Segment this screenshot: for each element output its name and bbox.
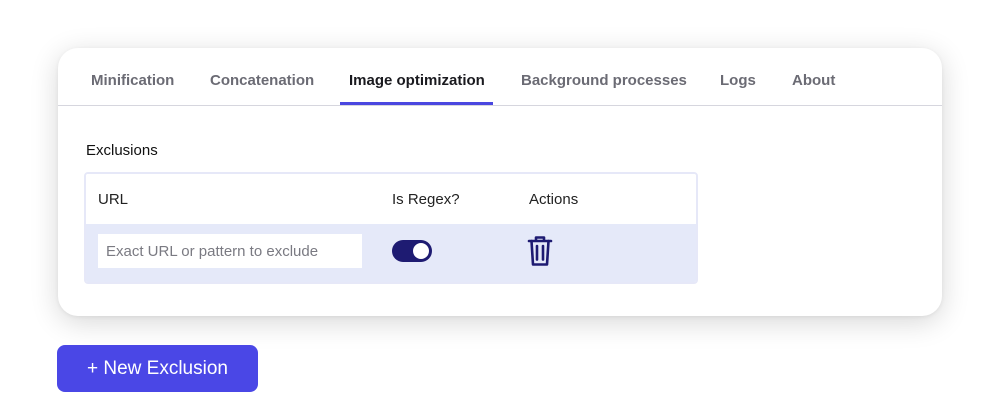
tab-concatenation[interactable]: Concatenation <box>210 48 314 105</box>
exclusions-table: URL Is Regex? Actions <box>84 172 698 284</box>
table-header: URL Is Regex? Actions <box>86 174 696 224</box>
table-row <box>86 224 696 282</box>
tab-background-processes[interactable]: Background processes <box>521 48 687 105</box>
exclusion-url-input[interactable] <box>98 234 362 268</box>
tab-bar: Minification Concatenation Image optimiz… <box>58 48 942 106</box>
trash-icon[interactable] <box>527 235 553 267</box>
tab-logs[interactable]: Logs <box>720 48 756 105</box>
exclusions-heading: Exclusions <box>86 142 158 159</box>
tab-image-optimization[interactable]: Image optimization <box>349 48 485 105</box>
column-header-url: URL <box>98 191 129 208</box>
active-tab-indicator <box>340 102 493 105</box>
column-header-actions: Actions <box>529 191 579 208</box>
settings-card: Minification Concatenation Image optimiz… <box>58 48 942 316</box>
toggle-knob <box>413 243 429 259</box>
tab-minification[interactable]: Minification <box>91 48 174 105</box>
new-exclusion-button[interactable]: + New Exclusion <box>57 345 258 392</box>
is-regex-toggle[interactable] <box>392 240 432 262</box>
tab-about[interactable]: About <box>792 48 835 105</box>
column-header-is-regex: Is Regex? <box>392 191 460 208</box>
